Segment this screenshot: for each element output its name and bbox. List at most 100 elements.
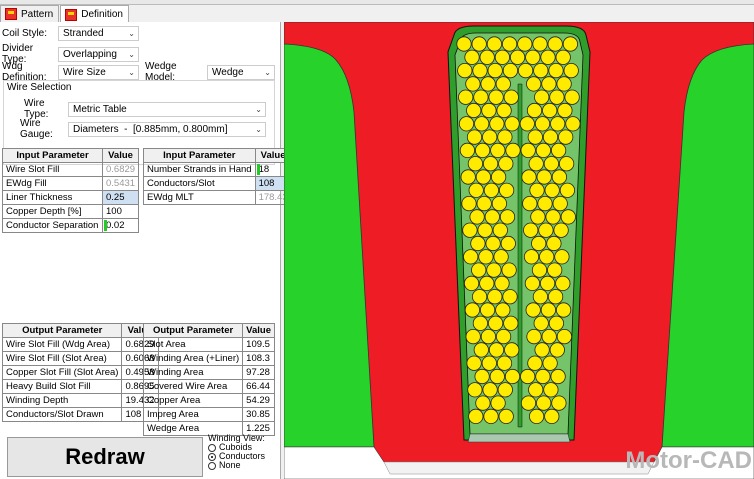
conductor-strand xyxy=(463,249,479,265)
tab-definition[interactable]: Definition xyxy=(60,5,129,23)
conductor-strand xyxy=(477,222,493,238)
coil-style-select[interactable]: Stranded ⌄ xyxy=(58,26,139,41)
column-header: Output Parameter xyxy=(1,323,123,338)
conductor-strand xyxy=(482,129,498,145)
conductor-strand xyxy=(529,408,545,424)
conductor-strand xyxy=(542,355,558,371)
radio-none[interactable]: None xyxy=(208,461,265,470)
parameter-value[interactable]: 0.5431 xyxy=(101,176,140,191)
conductor-strand xyxy=(476,196,492,212)
wdg-definition-value: Wire Size xyxy=(63,66,106,78)
conductor-strand xyxy=(496,355,513,371)
radio-button[interactable] xyxy=(208,443,216,452)
conductor-strand xyxy=(490,395,506,411)
table-row: Wire Slot Fill 0.6829 xyxy=(2,162,140,177)
wire-gauge-select[interactable]: Diameters - [0.885mm, 0.800mm] ⌄ xyxy=(68,121,266,137)
column-header: Input Parameter xyxy=(143,148,256,163)
conductor-strand xyxy=(480,302,496,318)
winding-view-group: Winding View: Cuboids Conductors None xyxy=(208,434,265,470)
wedge-model-select[interactable]: Wedge ⌄ xyxy=(207,64,275,80)
wdg-definition-select[interactable]: Wire Size ⌄ xyxy=(58,64,139,80)
conductor-strand xyxy=(475,169,491,185)
conductor-strand xyxy=(459,142,475,158)
conductor-strand xyxy=(525,302,541,318)
parameter-value[interactable]: 100 xyxy=(101,204,140,219)
conductor-strand xyxy=(487,62,503,79)
parameter-value: 30.85 xyxy=(242,407,275,422)
conductor-strand xyxy=(479,49,495,65)
conductor-strand xyxy=(462,222,478,238)
conductor-strand xyxy=(536,169,552,185)
wire-type-label: Wire Type: xyxy=(24,98,49,120)
divider-type-select[interactable]: Overlapping ⌄ xyxy=(58,46,139,62)
parameter-name: Copper Depth [%] xyxy=(2,204,103,219)
conductor-strand xyxy=(472,62,488,79)
pattern-icon xyxy=(5,8,17,20)
parameter-name: Wire Slot Fill xyxy=(2,162,103,177)
conductor-strand xyxy=(482,382,498,398)
conductor-strand xyxy=(499,209,516,225)
conductor-strand xyxy=(562,36,578,52)
conductor-strand xyxy=(536,395,552,411)
conductor-strand xyxy=(458,89,474,105)
conductor-strand xyxy=(474,368,490,385)
conductor-strand xyxy=(493,249,509,265)
table-row: Copper Slot Fill (Slot Area) 0.4958 xyxy=(1,365,159,380)
parameter-name: Conductor Separation xyxy=(2,218,103,233)
conductor-strand xyxy=(543,156,559,172)
table-row: Copper Area 54.29 xyxy=(142,393,275,408)
parameter-name: Impreg Area xyxy=(142,407,244,422)
conductor-strand xyxy=(543,382,559,398)
conductor-strand xyxy=(510,49,526,65)
conductor-strand xyxy=(505,142,521,158)
table-row: Conductor Separation 0.02 xyxy=(2,218,140,233)
conductor-strand xyxy=(489,368,505,385)
conductor-strand xyxy=(542,129,559,145)
tab-pattern[interactable]: Pattern xyxy=(0,5,60,22)
conductor-strand xyxy=(494,275,510,291)
conductor-strand xyxy=(464,302,480,318)
parameter-value: 66.44 xyxy=(242,379,275,394)
conductor-strand xyxy=(557,102,573,119)
coil-style-row: Coil Style: Stranded ⌄ xyxy=(2,26,139,41)
table-row: Wire Slot Fill (Slot Area) 0.6068 xyxy=(1,351,159,366)
conductor-strand xyxy=(498,408,514,424)
parameter-name: Slot Area xyxy=(142,337,244,352)
conductor-strand xyxy=(464,275,480,291)
conductor-strand xyxy=(492,222,508,238)
conductor-strand xyxy=(526,102,543,119)
column-header: Input Parameter xyxy=(2,148,103,163)
conductor-strand xyxy=(495,76,511,92)
parameter-name: Covered Wire Area xyxy=(142,379,244,394)
conductor-strand xyxy=(560,209,576,225)
conductor-strand xyxy=(530,209,546,225)
chevron-down-icon: ⌄ xyxy=(264,67,271,77)
coil-style-label: Coil Style: xyxy=(2,28,48,39)
conductor-strand xyxy=(527,129,543,145)
table-row: Impreg Area 30.85 xyxy=(142,407,275,422)
parameter-value[interactable]: 0.02 xyxy=(101,218,140,233)
input-parameter-table-1: Input Parameter Value Wire Slot Fill 0.68… xyxy=(2,148,140,233)
conductor-strand xyxy=(533,315,549,331)
wire-type-select[interactable]: Metric Table ⌄ xyxy=(68,101,266,117)
conductor-strand xyxy=(540,49,556,65)
slot-view-canvas[interactable]: Motor-CAD xyxy=(284,22,754,479)
conductor-strand xyxy=(554,249,570,265)
conductor-strand xyxy=(520,142,536,158)
radio-button[interactable] xyxy=(208,461,216,470)
redraw-button-label: Redraw xyxy=(65,444,145,469)
redraw-button[interactable]: Redraw xyxy=(7,437,203,477)
chevron-down-icon: ⌄ xyxy=(255,104,262,114)
conductor-strand xyxy=(524,275,540,291)
conductor-strand xyxy=(558,129,574,145)
divider-type-value: Overlapping xyxy=(63,48,117,60)
radio-button[interactable] xyxy=(208,452,216,461)
conductor-strand xyxy=(527,355,543,371)
parameter-name: Heavy Build Slot Fill xyxy=(1,379,123,394)
conductor-strand xyxy=(504,368,521,385)
conductor-strand xyxy=(531,262,548,278)
parameter-value[interactable]: 0.25 xyxy=(101,190,140,205)
parameter-value[interactable]: 0.6829 xyxy=(101,162,140,177)
conductor-strand xyxy=(471,36,487,52)
conductor-strand xyxy=(534,116,551,132)
